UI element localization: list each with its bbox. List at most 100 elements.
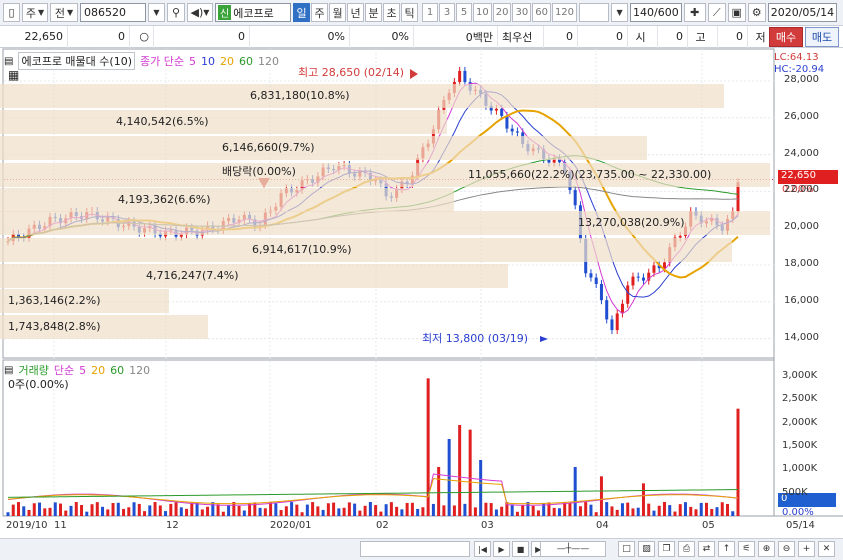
volume-bar (22, 506, 26, 516)
ma-label[interactable]: 종가 단순 (140, 53, 184, 69)
volume-ma-period[interactable]: 5 (79, 364, 86, 377)
window-menu-icon[interactable]: ▯ (3, 3, 20, 22)
volume-bar (473, 507, 477, 516)
zoom-in-icon[interactable]: ⊕ (758, 541, 775, 557)
save-icon[interactable]: ▣ (727, 3, 746, 22)
volume-bar (647, 503, 651, 516)
dropdown-button[interactable]: ▼ (611, 3, 629, 22)
volume-axis-label: 500K (782, 486, 808, 498)
box-icon[interactable]: □ (618, 541, 635, 557)
period-tab[interactable]: 월 (329, 3, 346, 22)
volume-ma-period[interactable]: 120 (129, 364, 150, 377)
volume-bar (515, 511, 519, 516)
search-icon[interactable]: ⚲ (167, 3, 185, 22)
period-number-button[interactable]: 1 (422, 3, 438, 22)
credit-badge: 신 (218, 5, 232, 20)
line-tool-icon[interactable]: ⟋ (707, 3, 726, 22)
volume-bar (300, 512, 304, 516)
volume-bar (536, 510, 540, 516)
price-axis-label: 26,000 (784, 110, 819, 122)
volume-bar (311, 502, 315, 516)
volume-bar (641, 483, 645, 516)
chart-area[interactable]: ▤ 에코프로 매물대 수(10) 종가 단순 5 10 20 60 120 ▦ ▤ 거래… (0, 48, 843, 560)
candle-body (605, 300, 609, 320)
chart-icon[interactable]: ⚟ (738, 541, 755, 557)
volume-bar (342, 507, 346, 516)
print-icon[interactable]: ⎙ (678, 541, 695, 557)
volume-profile-bar (0, 136, 647, 160)
ma-period[interactable]: 60 (239, 55, 253, 68)
volume-bar (221, 511, 225, 516)
period-tab[interactable]: 분 (365, 3, 382, 22)
stock-name-field[interactable]: 신 에코프로 (215, 3, 291, 22)
period-tab[interactable]: 초 (383, 3, 400, 22)
period-number-button[interactable]: 60 (532, 3, 551, 22)
period-number-button[interactable]: 5 (456, 3, 472, 22)
volume-bar (363, 505, 367, 516)
copy-icon[interactable]: ❐ (658, 541, 675, 557)
play-icon[interactable]: ▶ (493, 541, 510, 557)
mode-select[interactable]: 주 ▼ (22, 3, 48, 22)
scrollbar[interactable] (360, 541, 470, 557)
period-number-button[interactable]: 3 (439, 3, 455, 22)
date-axis-label: 02 (376, 520, 389, 531)
price-axis-label: 24,000 (784, 147, 819, 159)
up-arrow-icon[interactable]: ↑ (718, 541, 735, 557)
volume-bar (494, 509, 498, 516)
open-value: 0 (658, 25, 688, 48)
stop-icon[interactable]: ■ (512, 541, 529, 557)
chart-menu-icon[interactable]: ▤ (4, 56, 13, 67)
volume-bar (48, 507, 52, 516)
speaker-icon[interactable]: ◀) ▼ (187, 3, 213, 22)
date-axis-label: 03 (481, 520, 494, 531)
period-tab[interactable]: 틱 (401, 3, 418, 22)
volume-ma-period[interactable]: 60 (110, 364, 124, 377)
ma-period[interactable]: 20 (220, 55, 234, 68)
volume-bar (169, 503, 173, 516)
arrow-icon[interactable]: ⇄ (698, 541, 715, 557)
volume-ma-period[interactable]: 20 (91, 364, 105, 377)
ma-period[interactable]: 10 (201, 55, 215, 68)
volume-bar (631, 508, 635, 516)
volume-bar (384, 504, 388, 516)
zoom-slider[interactable]: —┼—— (540, 541, 606, 557)
period-tab[interactable]: 년 (347, 3, 364, 22)
period-tab[interactable]: 일 (293, 3, 310, 22)
volume-profile-label: 4,193,362(6.6%) (118, 193, 211, 206)
volume-bar (80, 505, 84, 516)
code-dropdown-button[interactable]: ▼ (148, 3, 165, 22)
ma-period[interactable]: 120 (258, 55, 279, 68)
volume-profile-title[interactable]: 에코프로 매물대 수(10) (18, 52, 135, 70)
close-icon[interactable]: ✕ (818, 541, 835, 557)
mode2-select[interactable]: 전 ▼ (50, 3, 78, 22)
grid-icon[interactable]: ▦ (8, 68, 19, 82)
min-arrow-icon (540, 336, 548, 342)
change-icon: ○ (130, 25, 154, 48)
buy-button[interactable]: 매수 (769, 27, 803, 47)
chart-menu-icon[interactable]: ▤ (4, 365, 13, 376)
period-number-button[interactable]: 10 (473, 3, 492, 22)
period-number-button[interactable]: 120 (551, 3, 578, 22)
volume-bar (158, 505, 162, 516)
count-field[interactable]: 140/600 (630, 3, 682, 22)
image-icon[interactable]: ▨ (638, 541, 655, 557)
period-number-button[interactable]: 30 (512, 3, 532, 22)
volume-bar (17, 502, 21, 516)
period-number-button[interactable]: 20 (492, 3, 512, 22)
ma-period[interactable]: 5 (189, 55, 196, 68)
rewind-icon[interactable]: |◀ (474, 541, 491, 557)
period-tab[interactable]: 주 (311, 3, 328, 22)
volume-bar (379, 511, 383, 516)
code-input[interactable]: 086520 (80, 3, 146, 22)
sell-button[interactable]: 매도 (805, 27, 839, 47)
gear-icon[interactable]: ⚙ (747, 3, 766, 22)
chart-tool-icon[interactable]: ✚ (683, 3, 706, 22)
date-field[interactable]: 2020/05/14 (767, 3, 838, 22)
volume-bar (43, 508, 47, 516)
blank-field[interactable] (579, 3, 610, 22)
zoom-out-icon[interactable]: ⊖ (778, 541, 795, 557)
volume-bar (332, 502, 336, 516)
plus-icon[interactable]: + (798, 541, 815, 557)
volume-bar (216, 504, 220, 516)
volume-bar (284, 506, 288, 516)
